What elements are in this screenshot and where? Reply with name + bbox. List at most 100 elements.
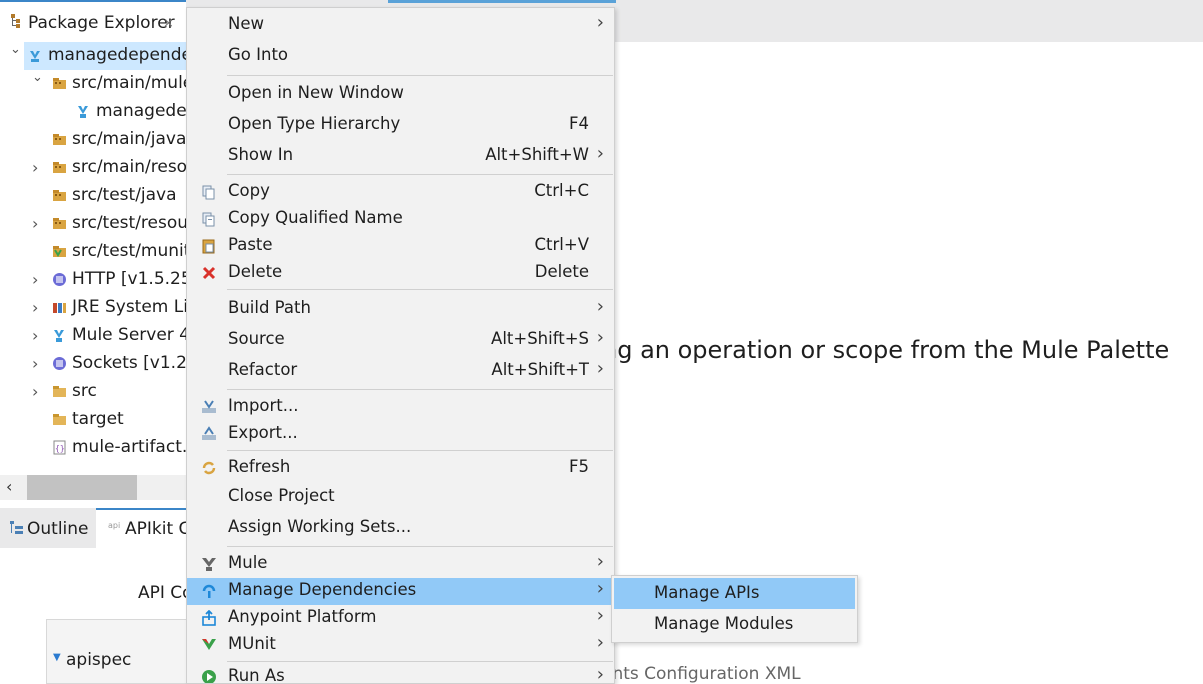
apispec-node[interactable]: ▼ apispec [46,619,188,684]
submenu-arrow-icon: › [596,551,604,572]
menu-item-anypoint-platform[interactable]: Anypoint Platform › [187,605,614,632]
tab-label: APIkit C [125,519,191,539]
chevron-right-icon[interactable]: › [32,158,38,177]
chevron-down-icon[interactable]: ⌄ [32,70,43,85]
menu-item-shortcut: Alt+Shift+S [491,329,589,348]
menu-item-import[interactable]: Import... [187,394,614,421]
menu-item-shortcut: F5 [569,457,589,476]
source-folder-icon [53,134,66,145]
tree-item[interactable]: src/main/java [0,126,186,154]
submenu-arrow-icon: › [596,327,604,348]
delete-icon [202,266,216,280]
tree-item[interactable]: ⌄ managedepender [10,42,186,70]
expand-triangle-icon[interactable]: ▼ [53,652,61,663]
import-icon [202,400,216,413]
menu-item-build-path[interactable]: Build Path › [187,296,614,323]
menu-item-refresh[interactable]: Refresh F5 [187,455,614,482]
chevron-right-icon[interactable]: › [32,382,38,401]
tree-item[interactable]: {} mule-artifact.js [0,434,186,462]
menu-item-delete[interactable]: Delete Delete [187,260,614,287]
source-folder-icon [53,190,66,201]
menu-item-copy[interactable]: Copy Ctrl+C [187,179,614,206]
editor-bottom-tabs[interactable]: ents Configuration XML [602,664,801,684]
menu-item-run-as[interactable]: Run As › [187,664,614,684]
submenu-arrow-icon: › [596,605,604,626]
menu-separator [227,174,613,175]
tab-package-explorer[interactable]: Package Explorer × [0,0,186,42]
chevron-right-icon[interactable]: › [32,326,38,345]
menu-item-shortcut: Ctrl+V [534,235,589,254]
tab-apikit[interactable]: api APIkit C [96,508,191,548]
scrollbar-thumb[interactable] [27,475,137,500]
tree-item[interactable]: target [0,406,186,434]
menu-item-shortcut: F4 [569,114,589,133]
folder-icon [53,414,66,425]
horizontal-scrollbar[interactable]: ‹ [0,475,186,500]
menu-item-shortcut: Alt+Shift+T [491,360,589,379]
menu-item-label: New [228,14,264,33]
tab-outline[interactable]: Outline [0,510,96,548]
submenu-item-manage-apis[interactable]: Manage APIs [614,578,855,609]
tree-item[interactable]: › Mule Server 4. [0,322,186,350]
scroll-left-icon[interactable]: ‹ [6,477,12,496]
menu-item-copy-qualified-name[interactable]: Copy Qualified Name [187,206,614,233]
menu-item-close-project[interactable]: Close Project [187,484,614,511]
tree-item[interactable]: ⌄ src/main/mule [0,70,186,98]
menu-item-show-in[interactable]: Show In Alt+Shift+W › [187,143,614,170]
menu-item-go-into[interactable]: Go Into [187,43,614,70]
tree-item[interactable]: managedep [0,98,186,126]
menu-item-manage-dependencies[interactable]: Manage Dependencies › [187,578,614,605]
api-icon: api [108,521,121,530]
chevron-right-icon[interactable]: › [32,214,38,233]
menu-item-export[interactable]: Export... [187,421,614,448]
chevron-right-icon[interactable]: › [32,270,38,289]
menu-item-new[interactable]: New › [187,12,614,39]
source-folder-icon [53,78,66,89]
submenu-item-label: Manage APIs [654,583,760,602]
tree-item[interactable]: src/test/munit [0,238,186,266]
tree-item[interactable]: src/test/java [0,182,186,210]
tab-label: Package Explorer [28,13,175,33]
menu-item-mule[interactable]: Mule › [187,551,614,578]
mule-icon [202,558,216,571]
menu-item-label: Close Project [228,486,335,505]
tree-item-label: src [72,381,97,401]
tree-item[interactable]: › Sockets [v1.2.2 [0,350,186,378]
tree-item[interactable]: › src [0,378,186,406]
menu-separator [227,546,613,547]
menu-item-open-type-hierarchy[interactable]: Open Type Hierarchy F4 [187,112,614,139]
submenu-arrow-icon: › [596,143,604,164]
menu-item-label: Open Type Hierarchy [228,114,401,133]
menu-item-assign-working-sets[interactable]: Assign Working Sets... [187,515,614,542]
menu-item-refactor[interactable]: Refactor Alt+Shift+T › [187,358,614,385]
menu-item-label: Paste [228,235,273,254]
tree-item[interactable]: › JRE System Lib [0,294,186,322]
export-icon [202,426,216,440]
menu-item-shortcut: Ctrl+C [534,181,589,200]
tree-item-label: mule-artifact.js [72,437,186,457]
menu-item-label: Source [228,329,285,348]
menu-item-label: Run As [228,666,285,684]
tree-item[interactable]: › src/main/resou [0,154,186,182]
chevron-down-icon[interactable]: ⌄ [10,42,21,57]
tree-item-label: Mule Server 4. [72,325,186,345]
submenu-arrow-icon: › [596,664,604,684]
menu-item-paste[interactable]: Paste Ctrl+V [187,233,614,260]
tab-label: Outline [27,519,89,539]
menu-item-source[interactable]: Source Alt+Shift+S › [187,327,614,354]
tree-item[interactable]: › HTTP [v1.5.25] [0,266,186,294]
context-menu: New › Go Into Open in New Window Open Type H… [186,7,615,684]
submenu-item-manage-modules[interactable]: Manage Modules [614,609,855,640]
menu-item-open-in-new-window[interactable]: Open in New Window [187,81,614,108]
submenu-item-label: Manage Modules [654,614,794,633]
menu-item-label: Mule [228,553,268,572]
menu-item-label: Copy [228,181,270,200]
chevron-right-icon[interactable]: › [32,354,38,373]
menu-item-label: Import... [228,396,299,415]
close-icon[interactable]: × [163,16,174,31]
chevron-right-icon[interactable]: › [32,298,38,317]
menu-item-munit[interactable]: MUnit › [187,632,614,659]
tree-item[interactable]: › src/test/resour [0,210,186,238]
run-icon [202,670,216,683]
source-folder-icon [53,162,66,173]
